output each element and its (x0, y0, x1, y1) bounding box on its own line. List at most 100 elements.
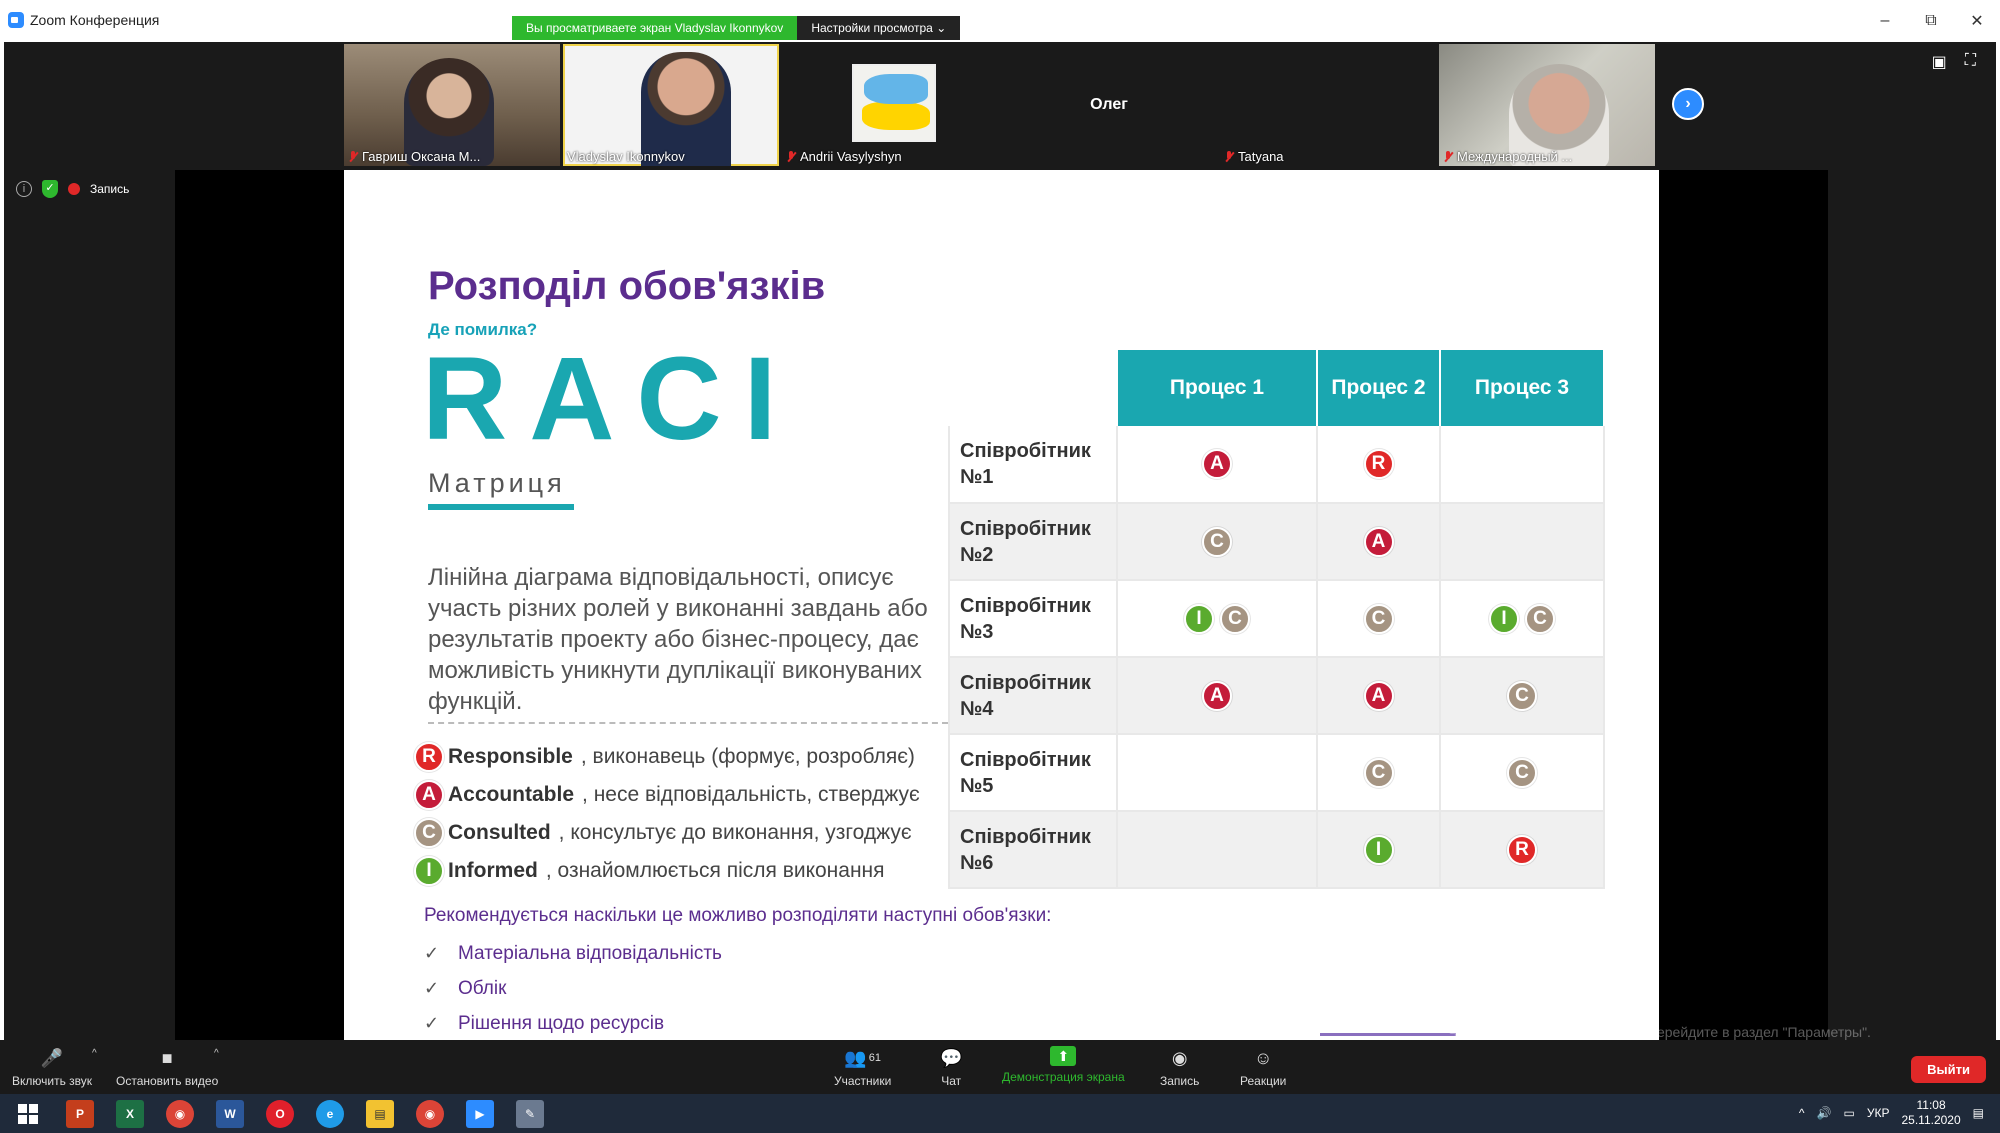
clock-date: 25.11.2020 (1901, 1113, 1961, 1127)
participant-name: Tatyana (1224, 149, 1284, 164)
minimize-button[interactable]: – (1862, 0, 1908, 42)
zoom-taskbar-icon[interactable]: ▶ (466, 1100, 494, 1128)
participant-name: Vladyslav Ikonnykov (567, 149, 685, 164)
legend-term: Responsible (448, 745, 573, 768)
participant-tile[interactable]: Международный ... (1439, 44, 1655, 166)
participant-tile[interactable]: Олег (1001, 44, 1217, 166)
notifications-icon[interactable]: ▤ (1973, 1106, 1984, 1120)
consulted-badge-icon: C (1525, 603, 1555, 634)
table-cell: C (1317, 734, 1441, 812)
participant-name: Andrii Vasylyshyn (786, 149, 902, 164)
next-page-arrow-icon[interactable]: › (1672, 88, 1704, 120)
close-button[interactable]: ✕ (1954, 0, 2000, 42)
responsible-badge-icon: R (414, 742, 444, 772)
unmute-button[interactable]: 🎤 Включить звук (12, 1046, 92, 1089)
recording-dot-icon (68, 183, 80, 195)
legend-item: R Responsible , виконавець (формує, розр… (414, 738, 920, 776)
table-cell: IC (1440, 580, 1605, 658)
participant-tile[interactable]: Andrii Vasylyshyn (782, 44, 998, 166)
leave-meeting-button[interactable]: Выйти (1911, 1056, 1986, 1083)
row-header: Співробітник №3 (948, 580, 1118, 658)
app-title: Zoom Конференция (8, 12, 159, 28)
raci-subheading: Матриця (428, 468, 566, 498)
table-row: Співробітник №3 I C C I C (948, 580, 1605, 658)
accountable-badge-icon: A (1202, 449, 1232, 479)
video-options-caret-icon[interactable]: ^ (214, 1048, 219, 1059)
windows-taskbar: P X ◉ W O e ▤ ◉ ▶ ✎ ^ 🔊 ▭ УКР 11:08 25.1… (0, 1094, 2000, 1133)
informed-badge-icon: I (1184, 603, 1214, 634)
gallery-view-icon[interactable]: ▣ (1932, 52, 1947, 72)
powerpoint-icon[interactable]: P (66, 1100, 94, 1128)
informed-badge-icon: I (1489, 603, 1519, 634)
opera-icon[interactable]: O (266, 1100, 294, 1128)
table-cell: C (1440, 657, 1605, 735)
raci-description: Лінійна діаграма відповідальності, опису… (428, 564, 928, 715)
table-cell (1117, 734, 1318, 812)
mic-muted-icon (1443, 150, 1453, 163)
column-header: Процес 2 (1317, 350, 1441, 426)
windows-start-icon[interactable] (14, 1100, 42, 1128)
fullscreen-icon[interactable]: ⛶ (1965, 52, 1976, 72)
table-row: Співробітник №4 A A C (948, 657, 1605, 735)
chat-button[interactable]: 💬 Чат (940, 1046, 962, 1089)
list-item: ✓ Рішення щодо ресурсів (424, 1012, 665, 1034)
checkmark-icon: ✓ (424, 978, 440, 998)
system-tray: ^ 🔊 ▭ УКР 11:08 25.11.2020 ▤ (1799, 1098, 1984, 1128)
participant-tile[interactable]: Tatyana (1220, 44, 1436, 166)
recommendation-list: ✓ Матеріальна відповідальність ✓ Облік ✓ Рі… (424, 936, 722, 1041)
mic-muted-icon (1224, 150, 1234, 163)
list-item: ✓ Матеріальна відповідальність (424, 942, 722, 964)
table-cell: IC (1117, 580, 1318, 658)
reactions-button[interactable]: ☺ Реакции (1240, 1046, 1286, 1089)
table-cell (1440, 503, 1605, 581)
audio-options-caret-icon[interactable]: ^ (92, 1048, 97, 1059)
table-corner (949, 350, 1118, 426)
tray-overflow-icon[interactable]: ^ (1799, 1106, 1805, 1120)
file-explorer-icon[interactable]: ▤ (366, 1100, 394, 1128)
table-cell: A (1117, 426, 1318, 504)
recommendation-text: Рекомендується наскільки це можливо розп… (424, 905, 1052, 926)
word-icon[interactable]: W (216, 1100, 244, 1128)
participants-button[interactable]: 👥 61 Участники (834, 1046, 891, 1089)
divider (428, 722, 948, 724)
view-controls: ▣ ⛶ (1932, 52, 1976, 72)
table-cell: R (1317, 426, 1441, 504)
excel-icon[interactable]: X (116, 1100, 144, 1128)
zoom-logo-icon (8, 12, 24, 28)
edge-icon[interactable]: e (316, 1100, 344, 1128)
paint-icon[interactable]: ✎ (516, 1100, 544, 1128)
table-cell: I (1317, 811, 1441, 889)
slide-progress-bar (1320, 1033, 1456, 1036)
participant-name: Международный ... (1443, 149, 1572, 164)
table-row: Співробітник №5 C C (948, 734, 1605, 812)
participant-name: Гавриш Оксана М... (348, 149, 480, 164)
participant-tile[interactable]: Гавриш Оксана М... (344, 44, 560, 166)
recording-label: Запись (90, 182, 130, 196)
language-indicator[interactable]: УКР (1867, 1106, 1890, 1120)
raci-legend: R Responsible , виконавець (формує, розр… (414, 738, 920, 890)
volume-icon[interactable]: 🔊 (1817, 1106, 1832, 1120)
list-item: ✓ Облік (424, 977, 507, 999)
accountable-badge-icon: A (1363, 680, 1394, 711)
informed-badge-icon: I (1363, 834, 1394, 865)
info-icon[interactable]: i (16, 181, 32, 197)
shield-icon[interactable]: ✓ (42, 180, 58, 198)
table-cell: C (1440, 734, 1605, 812)
share-screen-icon: ⬆ (1050, 1046, 1077, 1066)
chrome-icon-2[interactable]: ◉ (416, 1100, 444, 1128)
restore-button[interactable]: ⧉ (1908, 0, 1954, 42)
view-options-button[interactable]: Настройки просмотра ⌄ (797, 16, 961, 40)
chrome-icon[interactable]: ◉ (166, 1100, 194, 1128)
participant-tile-active-speaker[interactable]: Vladyslav Ikonnykov (563, 44, 779, 166)
stop-video-button[interactable]: ■ Остановить видео (116, 1046, 218, 1089)
slide-title: Розподіл обов'язків (428, 264, 826, 308)
network-icon[interactable]: ▭ (1844, 1106, 1855, 1120)
viewing-screen-label: Вы просматриваете экран Vladyslav Ikonny… (512, 16, 798, 40)
clock-time: 11:08 (1916, 1098, 1946, 1112)
record-button[interactable]: ◉ Запись (1160, 1046, 1199, 1089)
table-row: Співробітник №1 A R (948, 426, 1605, 504)
share-screen-button[interactable]: ⬆ Демонстрация экрана (1002, 1046, 1125, 1084)
legend-item: C Consulted , консультує до виконання, у… (414, 814, 920, 852)
system-clock[interactable]: 11:08 25.11.2020 (1901, 1098, 1960, 1128)
raci-heading: RACI (422, 333, 799, 465)
